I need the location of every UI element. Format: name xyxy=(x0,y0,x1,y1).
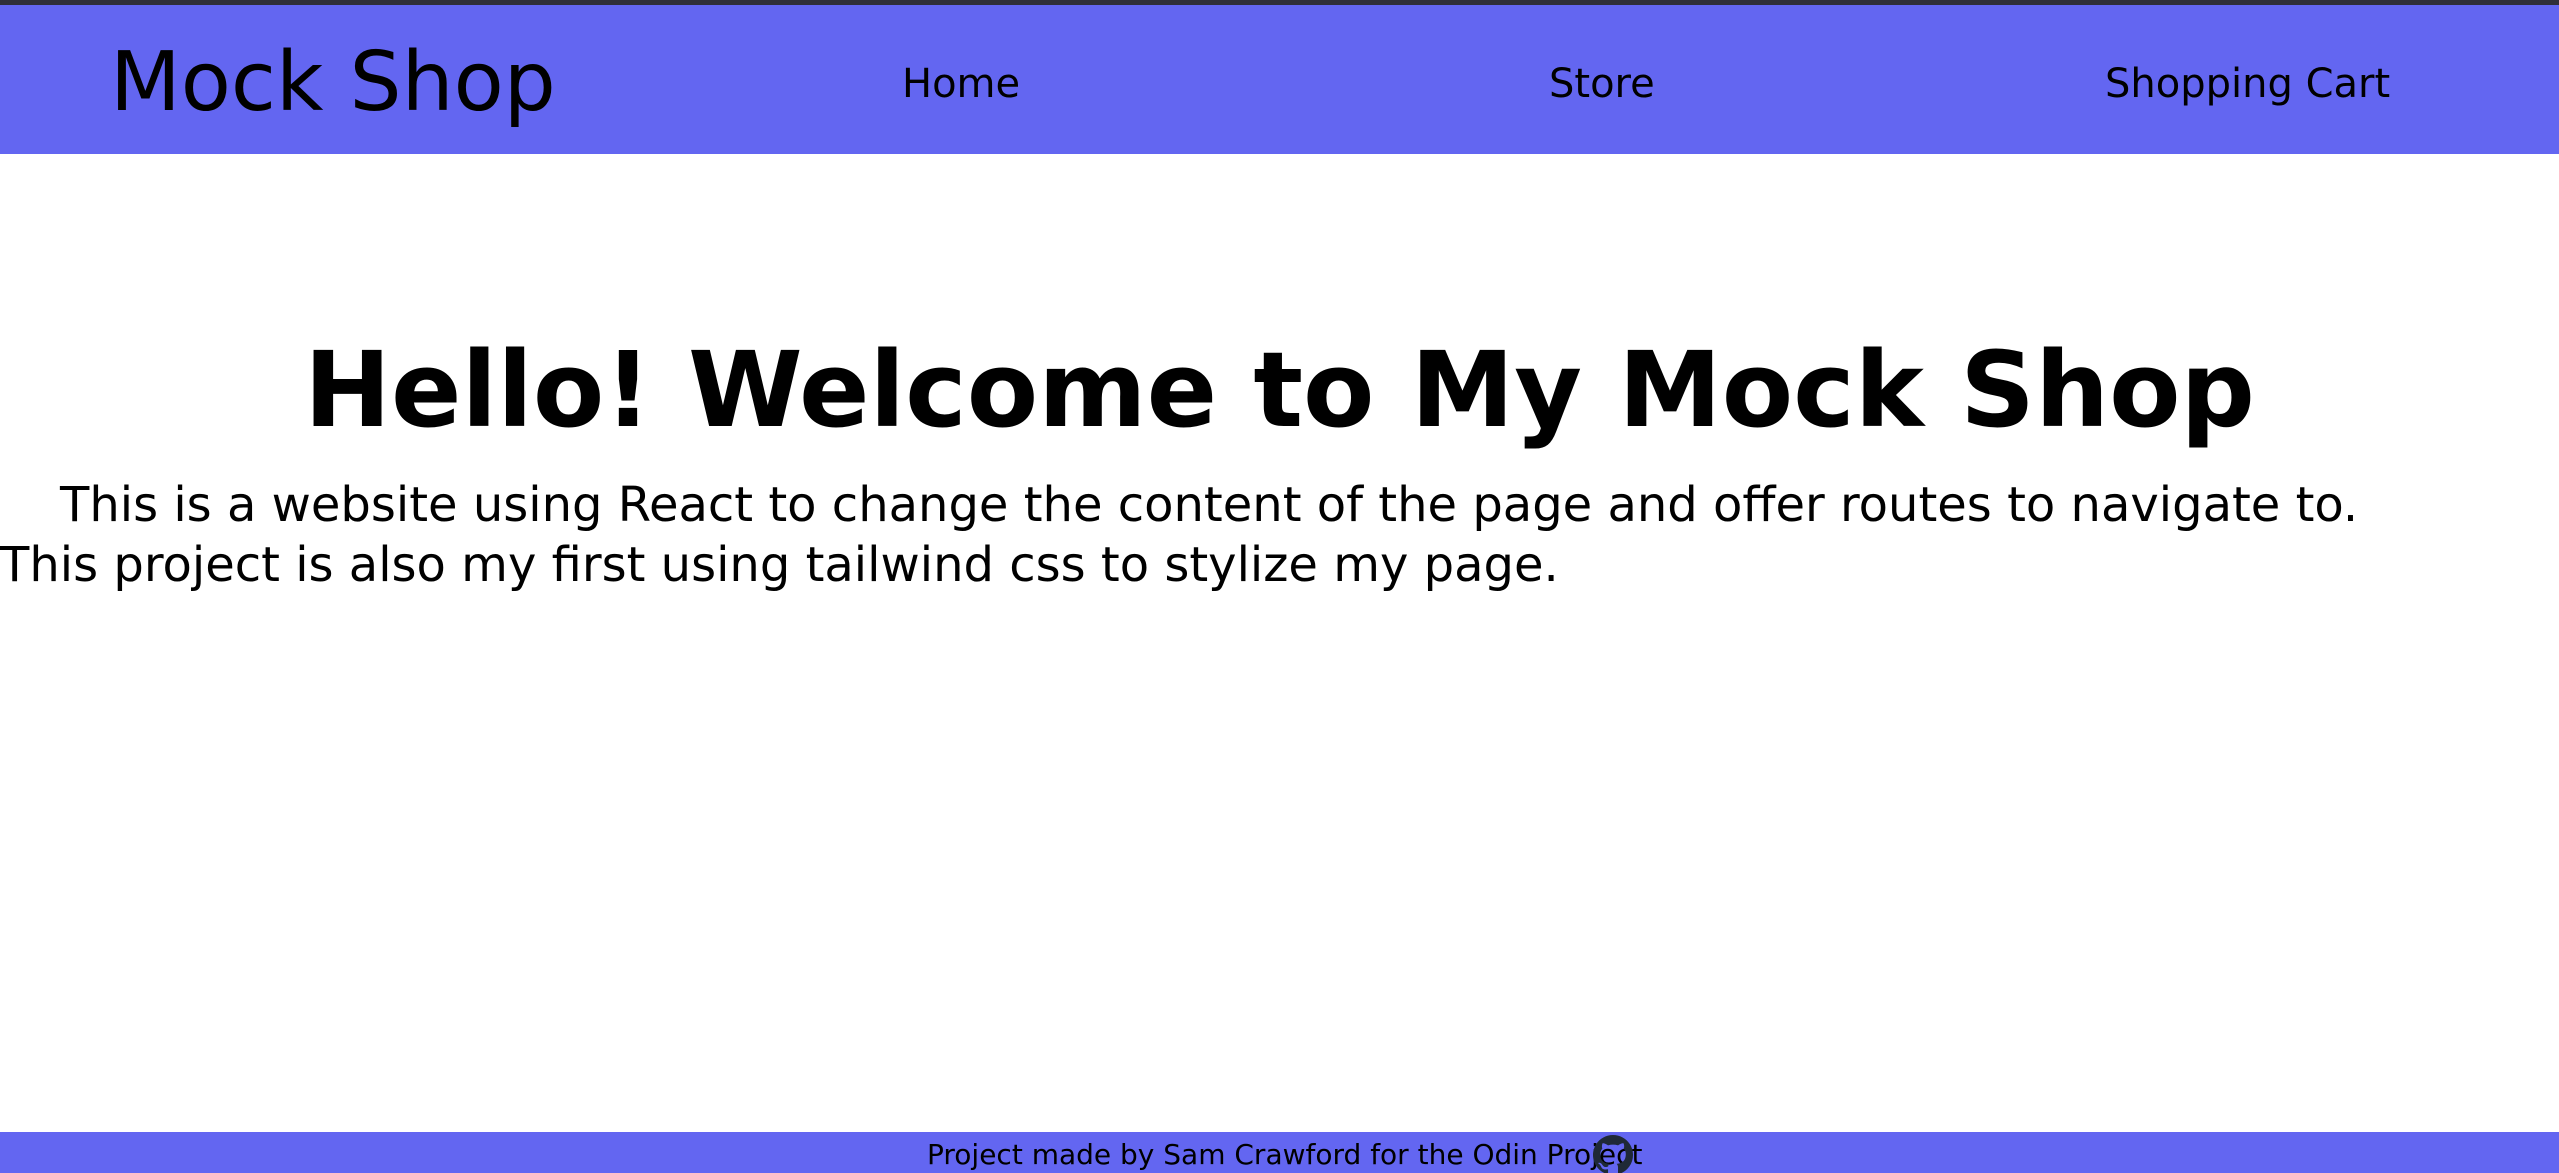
footer-credit: Project made by Sam Crawford for the Odi… xyxy=(927,1138,1643,1171)
site-title: Mock Shop xyxy=(110,35,556,130)
github-icon-graphic xyxy=(1593,1135,1633,1173)
footer: Project made by Sam Crawford for the Odi… xyxy=(0,1132,2559,1173)
nav-home-link[interactable]: Home xyxy=(902,57,1020,111)
nav-store-link[interactable]: Store xyxy=(1549,57,1655,111)
intro-paragraph: This is a website using React to change … xyxy=(0,477,2359,593)
page: Mock Shop Home Store Shopping Cart Hello… xyxy=(0,0,2559,1173)
nav-shopping-cart-link[interactable]: Shopping Cart xyxy=(2105,57,2390,111)
github-icon[interactable] xyxy=(1593,1135,1633,1173)
navbar: Mock Shop Home Store Shopping Cart xyxy=(0,5,2559,154)
page-title: Hello! Welcome to My Mock Shop xyxy=(303,328,2255,451)
